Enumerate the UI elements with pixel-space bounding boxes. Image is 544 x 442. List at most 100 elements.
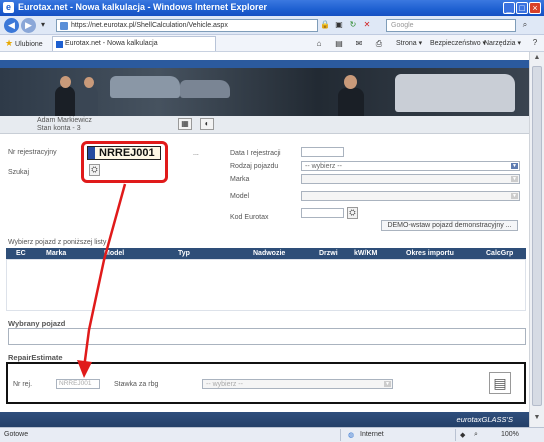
selected-vehicle-field: [8, 328, 526, 345]
rate-select[interactable]: -- wybierz -- ▼: [202, 379, 393, 389]
vehicle-type-select[interactable]: -- wybierz -- ▼: [301, 161, 520, 171]
rate-label: Stawka za rbg: [114, 381, 159, 388]
column-doors[interactable]: Drzwi: [319, 250, 338, 257]
column-ec[interactable]: EC: [16, 250, 26, 257]
rate-value: -- wybierz --: [206, 381, 243, 388]
chevron-down-icon: ▼: [384, 381, 391, 387]
forward-button[interactable]: ▶: [21, 18, 36, 33]
logout-icon[interactable]: ◐: [200, 118, 214, 130]
header-banner: [0, 60, 529, 116]
mail-icon[interactable]: ✉: [354, 39, 364, 49]
column-import-period[interactable]: Okres importu: [406, 250, 454, 257]
menu-page[interactable]: Strona ▾: [396, 39, 422, 47]
address-text: https://net.eurotax.pl/ShellCalculation/…: [71, 22, 228, 29]
status-text: Gotowe: [4, 431, 29, 438]
scroll-thumb[interactable]: [532, 66, 542, 406]
page-content: Adam Markiewicz Stan konta - 3 ▦ ◐ Nr re…: [0, 52, 544, 427]
user-name: Adam Markiewicz: [37, 117, 92, 124]
search-label: Szukaj: [8, 169, 30, 176]
tab-icon: [56, 41, 63, 48]
user-bar: Adam Markiewicz Stan konta - 3 ▦ ◐: [0, 116, 529, 134]
column-make[interactable]: Marka: [46, 250, 66, 257]
chevron-down-icon: ▼: [511, 176, 518, 182]
ie-icon: e: [3, 2, 14, 13]
maximize-button[interactable]: □: [516, 2, 528, 14]
page-icon: [60, 22, 68, 30]
repair-estimate-box: Nr rej. NRREJ001 Stawka za rbg -- wybier…: [6, 362, 526, 404]
vertical-scrollbar[interactable]: ▲ ▼: [529, 52, 544, 427]
repair-reg-label: Nr rej.: [13, 381, 33, 388]
vehicle-type-value: -- wybierz --: [305, 163, 342, 170]
make-label: Marka: [230, 176, 250, 183]
chevron-down-icon: ▼: [511, 163, 518, 169]
column-model[interactable]: Model: [104, 250, 124, 257]
column-type[interactable]: Typ: [178, 250, 190, 257]
scroll-down-icon[interactable]: ▼: [532, 414, 542, 424]
type-label: Rodzaj pojazdu: [230, 163, 279, 170]
reg-number-value: NRREJ001: [99, 147, 155, 159]
make-select[interactable]: ▼: [301, 174, 520, 184]
favorites-bar: ★ Ulubione Eurotax.net - Nowa kalkulacja…: [0, 35, 544, 52]
window-titlebar: e Eurotax.net - Nowa kalkulacja - Window…: [0, 0, 544, 16]
column-calcgrp[interactable]: CalcGrp: [486, 250, 513, 257]
star-icon: ★: [5, 38, 14, 48]
window-title: Eurotax.net - Nowa kalkulacja - Windows …: [18, 2, 267, 12]
search-input[interactable]: Google: [386, 19, 516, 32]
stop-icon[interactable]: ✕: [362, 20, 372, 30]
close-window-button[interactable]: ×: [529, 2, 541, 14]
more-dots[interactable]: ...: [193, 150, 199, 157]
column-body[interactable]: Nadwozie: [253, 250, 285, 257]
reg-label: Nr rejestracyjny: [8, 149, 57, 156]
date-input[interactable]: [301, 147, 344, 157]
search-icon[interactable]: ⌕: [520, 20, 530, 30]
minimize-button[interactable]: _: [503, 2, 515, 14]
print-icon[interactable]: ⎙: [374, 39, 384, 49]
address-toolbar: ◀ ▶ ▾ https://net.eurotax.pl/ShellCalcul…: [0, 16, 544, 35]
search-vehicle-icon[interactable]: ⛭: [89, 164, 100, 176]
tab-title: Eurotax.net - Nowa kalkulacja: [65, 40, 158, 47]
globe-icon: ◍: [348, 432, 355, 439]
footer-brand: eurotaxGLASS'S: [456, 415, 513, 424]
protected-mode-icon[interactable]: ◆: [460, 431, 465, 439]
top-strip: [0, 52, 544, 60]
zone-text: Internet: [360, 431, 384, 438]
chevron-down-icon: ▼: [511, 193, 518, 199]
calculator-icon[interactable]: ▦: [178, 118, 192, 130]
home-icon[interactable]: ⌂: [314, 39, 324, 49]
address-field[interactable]: https://net.eurotax.pl/ShellCalculation/…: [56, 19, 318, 32]
search-placeholder: Google: [391, 22, 414, 29]
refresh-icon[interactable]: ↻: [348, 20, 358, 30]
favorites-label: Ulubione: [15, 41, 43, 48]
status-bar: Gotowe ◍ Internet ◆ ⌕ 100%: [0, 427, 544, 442]
favorites-button[interactable]: ★ Ulubione: [5, 38, 43, 49]
vehicle-table-body: [6, 259, 526, 311]
browser-tab[interactable]: Eurotax.net - Nowa kalkulacja: [52, 36, 216, 51]
compatibility-icon[interactable]: ▣: [334, 20, 344, 30]
scroll-up-icon[interactable]: ▲: [532, 54, 542, 64]
code-search-icon[interactable]: ⛭: [347, 207, 358, 219]
zoom-level[interactable]: 100%: [501, 431, 519, 438]
estimate-document-icon[interactable]: ▤: [489, 372, 511, 394]
model-select[interactable]: ▼: [301, 191, 520, 201]
repair-reg-input[interactable]: NRREJ001: [56, 379, 100, 389]
eurotax-code-input[interactable]: [301, 208, 344, 218]
date-label: Data I rejestracji: [230, 150, 281, 157]
demo-vehicle-button[interactable]: DEMO-wstaw pojazd demonstracyjny ...: [381, 220, 518, 231]
column-power[interactable]: kW/KM: [354, 250, 377, 257]
page-footer: eurotaxGLASS'S: [0, 412, 529, 427]
eu-band-icon: [88, 147, 95, 159]
history-dropdown-icon[interactable]: ▾: [38, 20, 48, 30]
zoom-icon[interactable]: ⌕: [474, 431, 478, 439]
menu-tools[interactable]: Narzędzia ▾: [484, 39, 521, 47]
help-icon[interactable]: ?: [530, 38, 540, 48]
code-label: Kod Eurotax: [230, 214, 269, 221]
reg-number-input[interactable]: NRREJ001: [87, 146, 161, 160]
feeds-icon[interactable]: ▤: [334, 39, 344, 49]
model-label: Model: [230, 193, 250, 200]
back-button[interactable]: ◀: [4, 18, 19, 33]
lock-icon[interactable]: 🔒: [320, 20, 330, 30]
account-balance: Stan konta - 3: [37, 125, 81, 132]
menu-safety[interactable]: Bezpieczeństwo ▾: [430, 39, 486, 47]
selected-vehicle-title: Wybrany pojazd: [8, 319, 66, 328]
list-hint: Wybierz pojazd z poniższej listy: [8, 239, 107, 246]
